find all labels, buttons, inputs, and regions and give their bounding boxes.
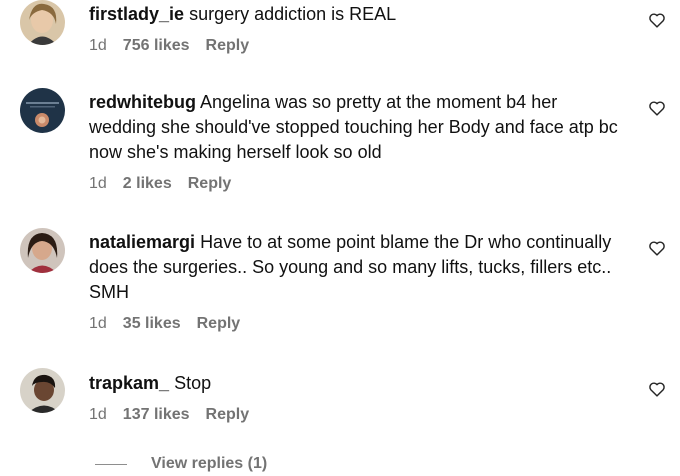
comment-text: firstlady_ie surgery addiction is REAL	[89, 2, 629, 27]
timestamp[interactable]: 1d	[89, 37, 107, 55]
reply-button[interactable]: Reply	[206, 406, 250, 424]
avatar[interactable]	[20, 88, 65, 133]
likes-count[interactable]: 2 likes	[123, 175, 172, 193]
comment-text: nataliemargi Have to at some point blame…	[89, 230, 629, 305]
heart-icon[interactable]	[648, 240, 666, 256]
heart-icon[interactable]	[648, 100, 666, 116]
comment-meta: 1d 2 likes Reply	[89, 175, 629, 193]
comment-meta: 1d 35 likes Reply	[89, 315, 629, 333]
avatar[interactable]	[20, 368, 65, 413]
divider-line	[95, 463, 127, 465]
comment-meta: 1d 137 likes Reply	[89, 406, 629, 424]
heart-icon[interactable]	[648, 381, 666, 397]
comment-meta: 1d 756 likes Reply	[89, 37, 629, 55]
reply-button[interactable]: Reply	[206, 37, 250, 55]
comment-body: Stop	[174, 373, 212, 393]
comment-text: redwhitebug Angelina was so pretty at th…	[89, 90, 629, 165]
likes-count[interactable]: 35 likes	[123, 315, 181, 333]
username[interactable]: redwhitebug	[89, 92, 196, 112]
reply-button[interactable]: Reply	[188, 175, 232, 193]
username[interactable]: trapkam_	[89, 373, 169, 393]
username[interactable]: nataliemargi	[89, 232, 195, 252]
likes-count[interactable]: 137 likes	[123, 406, 190, 424]
username[interactable]: firstlady_ie	[89, 4, 184, 24]
likes-count[interactable]: 756 likes	[123, 37, 190, 55]
timestamp[interactable]: 1d	[89, 315, 107, 333]
reply-button[interactable]: Reply	[197, 315, 241, 333]
timestamp[interactable]: 1d	[89, 406, 107, 424]
heart-icon[interactable]	[648, 12, 666, 28]
view-replies-button[interactable]: View replies (1)	[95, 455, 267, 473]
timestamp[interactable]: 1d	[89, 175, 107, 193]
comment-body: surgery addiction is REAL	[189, 4, 397, 24]
avatar[interactable]	[20, 228, 65, 273]
avatar[interactable]	[20, 0, 65, 45]
comment-text: trapkam_ Stop	[89, 371, 629, 396]
view-replies-label: View replies (1)	[151, 455, 268, 472]
